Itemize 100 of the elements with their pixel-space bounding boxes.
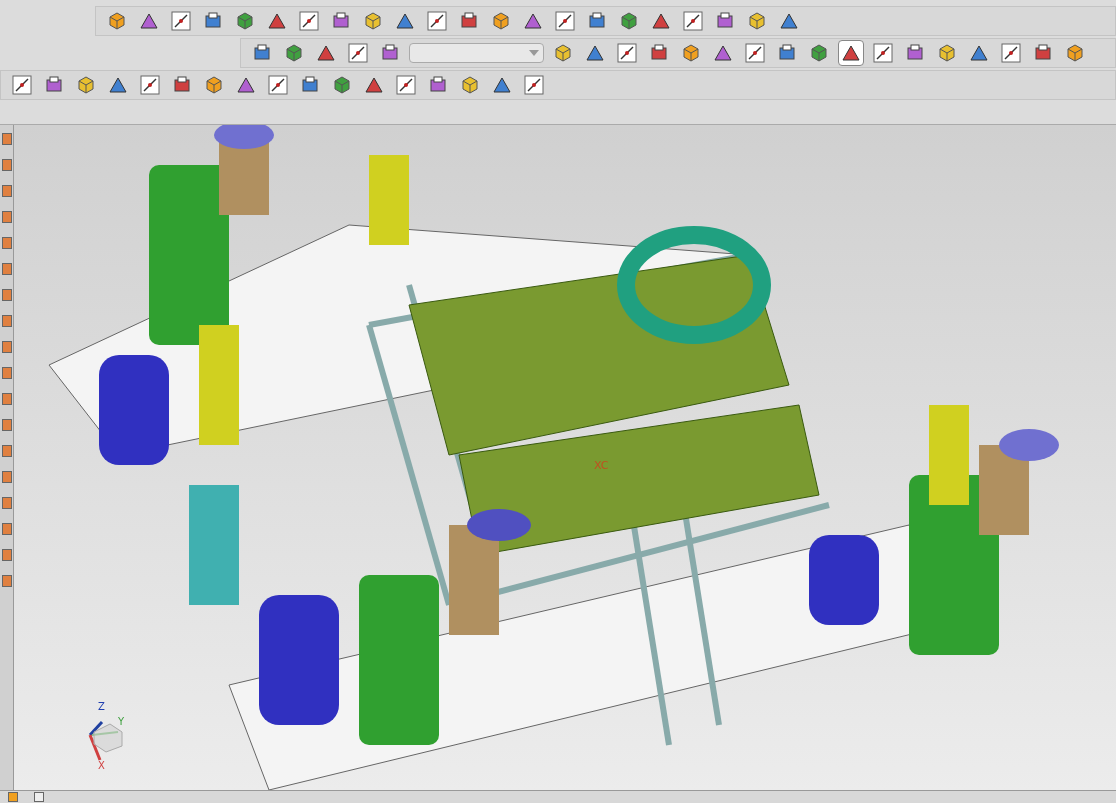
side-tool-icon[interactable] — [1, 133, 12, 145]
triangle-icon — [267, 11, 287, 31]
toolbar-button[interactable] — [838, 40, 864, 66]
cube-icon — [76, 75, 96, 95]
cube-icon — [107, 11, 127, 31]
line-icon — [12, 75, 32, 95]
toolbar-button[interactable] — [870, 40, 896, 66]
cube-icon — [1065, 43, 1085, 63]
toolbar-button[interactable] — [614, 40, 640, 66]
side-tool-icon[interactable] — [1, 289, 12, 301]
block-icon — [715, 11, 735, 31]
block-icon — [172, 75, 192, 95]
cube-icon — [235, 11, 255, 31]
cube-icon — [460, 75, 480, 95]
z-axis-label: Z — [98, 702, 105, 712]
block-icon — [587, 11, 607, 31]
side-tool-icon[interactable] — [1, 523, 12, 535]
side-tool-icon[interactable] — [1, 185, 12, 197]
block-icon — [905, 43, 925, 63]
block-icon — [1033, 43, 1053, 63]
triangle-icon — [713, 43, 733, 63]
status-icon[interactable] — [34, 792, 44, 802]
dropdown-arrow-icon — [529, 50, 539, 56]
cube-icon — [681, 43, 701, 63]
triangle-icon — [108, 75, 128, 95]
triangle-icon — [585, 43, 605, 63]
cube-icon — [363, 11, 383, 31]
dropdown-field[interactable] — [409, 43, 544, 63]
cube-icon — [491, 11, 511, 31]
side-tool-icon[interactable] — [1, 263, 12, 275]
toolbar-button[interactable] — [296, 8, 322, 34]
block-icon — [459, 11, 479, 31]
triangle-icon — [779, 11, 799, 31]
triangle-icon — [139, 11, 159, 31]
toolbar-button[interactable] — [393, 72, 419, 98]
triangle-icon — [841, 43, 861, 63]
triangle-icon — [395, 11, 415, 31]
toolbar-button[interactable] — [137, 72, 163, 98]
side-tool-icon[interactable] — [1, 419, 12, 431]
toolbar-button[interactable] — [168, 8, 194, 34]
toolbar-button[interactable] — [680, 8, 706, 34]
x-axis-label: X — [98, 761, 105, 771]
triangle-icon — [969, 43, 989, 63]
side-tool-icon[interactable] — [1, 445, 12, 457]
cube-icon — [204, 75, 224, 95]
block-icon — [203, 11, 223, 31]
toolbar-button[interactable] — [424, 8, 450, 34]
side-tool-icon[interactable] — [1, 237, 12, 249]
side-tool-icon[interactable] — [1, 159, 12, 171]
cube-icon — [553, 43, 573, 63]
wcs-label: XC — [594, 458, 609, 474]
line-icon — [873, 43, 893, 63]
side-tool-icon[interactable] — [1, 549, 12, 561]
cube-icon — [747, 11, 767, 31]
side-tool-icon[interactable] — [1, 575, 12, 587]
block-icon — [777, 43, 797, 63]
triangle-icon — [316, 43, 336, 63]
triangle-icon — [523, 11, 543, 31]
side-tool-icon[interactable] — [1, 341, 12, 353]
y-axis-label: Y — [118, 717, 125, 727]
line-icon — [396, 75, 416, 95]
triangle-icon — [236, 75, 256, 95]
side-tool-icon[interactable] — [1, 315, 12, 327]
line-icon — [427, 11, 447, 31]
status-icon[interactable] — [8, 792, 18, 802]
toolbar-button[interactable] — [521, 72, 547, 98]
block-icon — [428, 75, 448, 95]
cube-icon — [332, 75, 352, 95]
block-icon — [44, 75, 64, 95]
triangle-icon — [492, 75, 512, 95]
triangle-icon — [651, 11, 671, 31]
side-tool-icon[interactable] — [1, 367, 12, 379]
cube-icon — [619, 11, 639, 31]
line-icon — [555, 11, 575, 31]
triangle-icon — [364, 75, 384, 95]
line-icon — [348, 43, 368, 63]
line-icon — [617, 43, 637, 63]
cube-icon — [809, 43, 829, 63]
line-icon — [268, 75, 288, 95]
line-icon — [140, 75, 160, 95]
side-tool-icon[interactable] — [1, 211, 12, 223]
line-icon — [745, 43, 765, 63]
block-icon — [380, 43, 400, 63]
cube-icon — [284, 43, 304, 63]
line-icon — [171, 11, 191, 31]
block-icon — [331, 11, 351, 31]
toolbar-button[interactable] — [552, 8, 578, 34]
toolbar-button[interactable] — [345, 40, 371, 66]
side-tool-icon[interactable] — [1, 497, 12, 509]
toolbar-button[interactable] — [265, 72, 291, 98]
line-icon — [524, 75, 544, 95]
block-icon — [649, 43, 669, 63]
toolbar-button[interactable] — [9, 72, 35, 98]
line-icon — [1001, 43, 1021, 63]
side-tool-icon[interactable] — [1, 471, 12, 483]
cube-icon — [937, 43, 957, 63]
side-tool-icon[interactable] — [1, 393, 12, 405]
toolbar-button[interactable] — [742, 40, 768, 66]
toolbar-button[interactable] — [998, 40, 1024, 66]
block-icon — [252, 43, 272, 63]
